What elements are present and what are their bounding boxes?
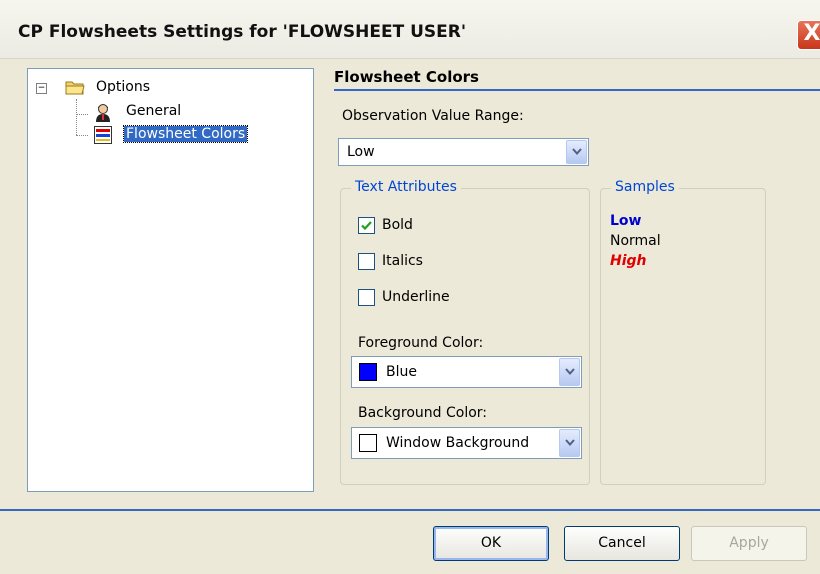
range-value: Low <box>347 144 375 160</box>
italics-checkbox[interactable] <box>358 253 375 270</box>
chevron-down-icon <box>565 368 575 376</box>
background-color-dropdown[interactable]: Window Background <box>351 427 582 459</box>
tree-item-general[interactable]: General <box>126 103 181 119</box>
window-title: CP Flowsheets Settings for 'FLOWSHEET US… <box>18 22 467 42</box>
background-color-value: Window Background <box>386 435 530 451</box>
sample-low: Low <box>610 213 642 229</box>
dropdown-arrow-button[interactable] <box>559 429 580 457</box>
ok-button[interactable]: OK <box>433 526 549 561</box>
chevron-down-icon <box>572 148 582 156</box>
samples-group: Samples Low Normal High <box>600 179 766 485</box>
close-icon: X <box>803 21 820 46</box>
dropdown-arrow-button[interactable] <box>566 140 587 164</box>
samples-legend: Samples <box>611 179 679 195</box>
cancel-button[interactable]: Cancel <box>564 526 680 561</box>
bold-checkbox[interactable] <box>358 217 375 234</box>
tree-connector <box>76 99 77 135</box>
underline-checkbox[interactable] <box>358 289 375 306</box>
sample-normal: Normal <box>610 233 661 249</box>
background-color-swatch <box>359 434 377 452</box>
folder-icon <box>65 81 85 95</box>
text-attributes-legend: Text Attributes <box>351 179 461 195</box>
foreground-color-dropdown[interactable]: Blue <box>351 356 582 388</box>
color-bars-icon <box>94 126 112 144</box>
foreground-color-label: Foreground Color: <box>358 335 484 351</box>
tree-item-flowsheet-colors[interactable]: Flowsheet Colors <box>122 125 249 143</box>
sample-high: High <box>610 253 647 269</box>
foreground-color-swatch <box>359 363 377 381</box>
foreground-color-value: Blue <box>386 364 417 380</box>
check-icon <box>361 221 372 231</box>
options-tree[interactable]: − Options General Flowsheet Colors <box>27 68 314 492</box>
italics-label[interactable]: Italics <box>382 253 423 269</box>
underline-label[interactable]: Underline <box>382 289 450 305</box>
tree-item-options[interactable]: Options <box>96 79 150 95</box>
title-bar: CP Flowsheets Settings for 'FLOWSHEET US… <box>0 0 820 59</box>
range-label: Observation Value Range: <box>342 108 524 124</box>
background-color-label: Background Color: <box>358 405 487 421</box>
apply-button[interactable]: Apply <box>691 526 807 561</box>
range-dropdown[interactable]: Low <box>338 138 589 166</box>
section-title: Flowsheet Colors <box>334 68 479 86</box>
chevron-down-icon <box>565 439 575 447</box>
close-button[interactable]: X <box>797 20 820 50</box>
tree-connector <box>76 114 88 115</box>
person-icon <box>96 104 110 122</box>
bold-label[interactable]: Bold <box>382 217 413 233</box>
section-divider <box>334 89 820 91</box>
collapse-icon[interactable]: − <box>36 83 47 94</box>
text-attributes-group: Text Attributes Bold Italics Underline F… <box>340 179 590 485</box>
tree-connector <box>76 135 88 136</box>
footer-divider <box>0 509 820 511</box>
dropdown-arrow-button[interactable] <box>559 358 580 386</box>
